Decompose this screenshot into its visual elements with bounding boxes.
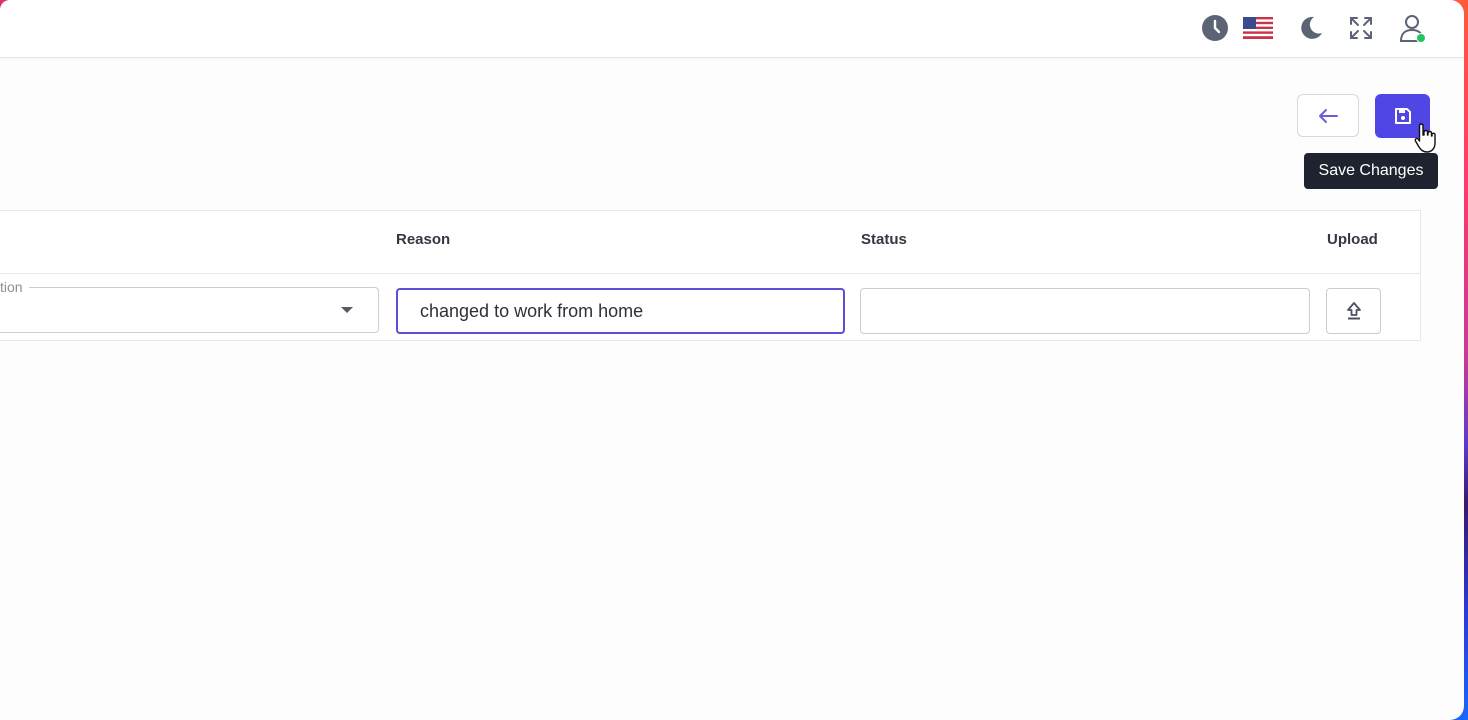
upload-button[interactable]	[1326, 288, 1381, 334]
clock-icon[interactable]	[1200, 13, 1230, 43]
hand-cursor-icon	[1414, 123, 1436, 153]
back-button[interactable]	[1297, 94, 1359, 137]
select-floating-label: tion	[0, 279, 29, 295]
save-tooltip: Save Changes	[1304, 153, 1438, 189]
status-input[interactable]	[860, 288, 1310, 334]
top-navbar	[0, 0, 1464, 58]
header-upload: Upload	[1327, 231, 1378, 248]
arrow-left-icon	[1319, 108, 1338, 123]
fullscreen-icon[interactable]	[1346, 13, 1376, 43]
header-status: Status	[861, 231, 907, 248]
user-icon[interactable]	[1397, 13, 1427, 43]
table-header-row: ı Reason Status Upload	[0, 211, 1420, 274]
header-reason: Reason	[396, 231, 451, 248]
floppy-disk-icon	[1394, 108, 1411, 124]
reason-input[interactable]	[396, 288, 845, 334]
moon-icon[interactable]	[1296, 13, 1326, 43]
online-status-dot	[1416, 33, 1426, 43]
app-window: Save Changes ı Reason Status Upload tion	[0, 0, 1464, 720]
upload-icon	[1346, 302, 1361, 320]
chevron-down-icon[interactable]	[341, 307, 353, 313]
us-flag-icon[interactable]	[1243, 13, 1273, 43]
location-select[interactable]	[0, 287, 379, 333]
